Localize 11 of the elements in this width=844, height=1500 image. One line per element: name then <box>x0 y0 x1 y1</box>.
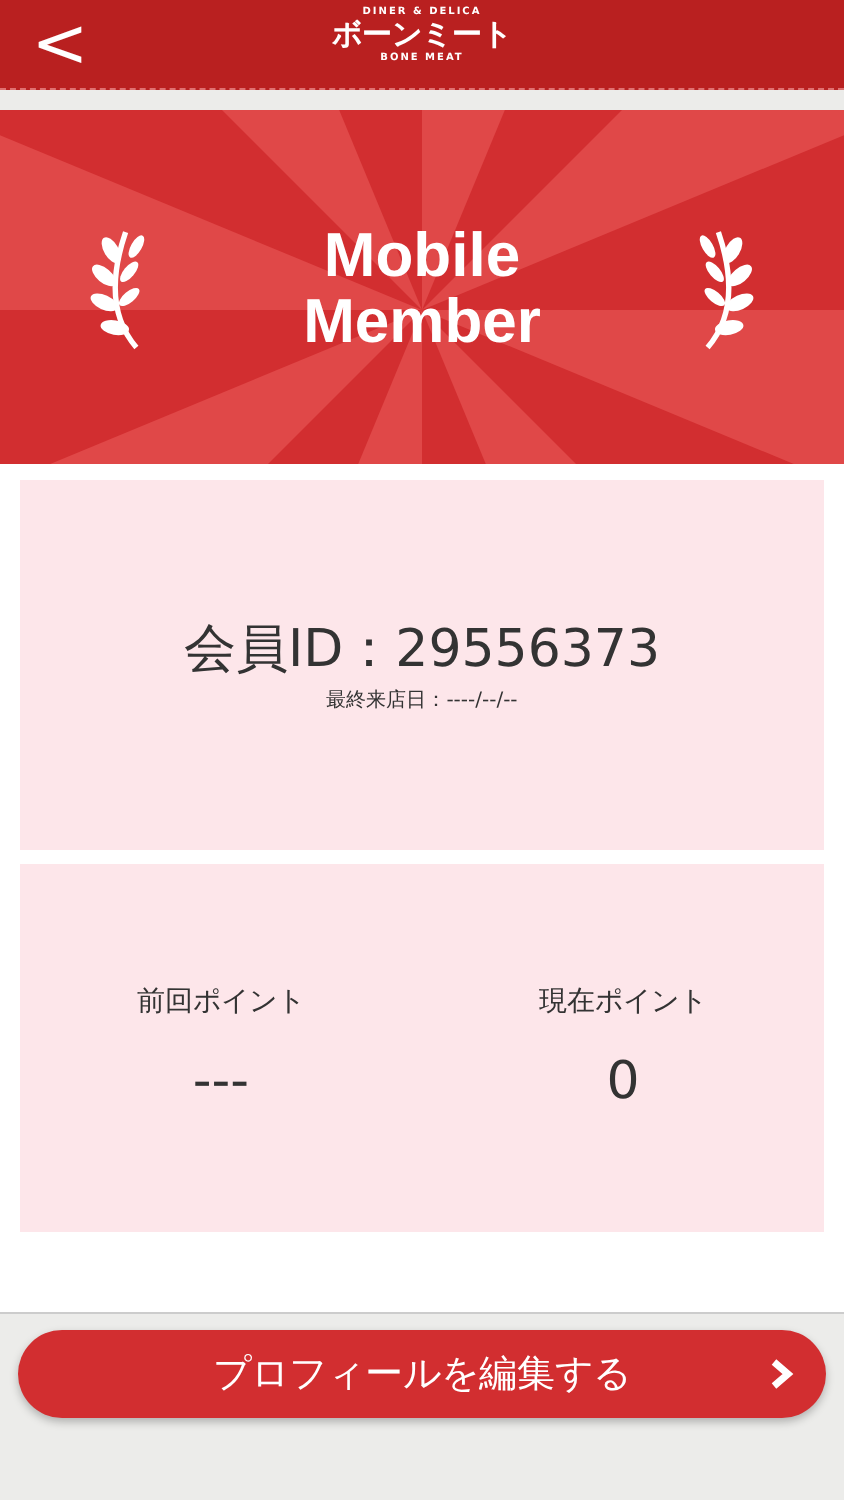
last-visit-date: 最終来店日：----/--/-- <box>326 687 518 713</box>
points-value: 0 <box>606 1052 640 1112</box>
member-id: 会員ID：29556373 <box>183 617 661 681</box>
edit-profile-button[interactable]: プロフィールを編集する <box>18 1330 826 1418</box>
banner-title: Mobile Member <box>301 221 543 353</box>
points-label: 前回ポイント <box>137 984 305 1020</box>
back-button[interactable]: < <box>0 0 120 88</box>
points-value: --- <box>192 1052 250 1112</box>
points-label: 現在ポイント <box>539 984 707 1020</box>
chevron-right-icon <box>770 1358 794 1390</box>
logo-text: ボーンミート <box>332 18 512 52</box>
